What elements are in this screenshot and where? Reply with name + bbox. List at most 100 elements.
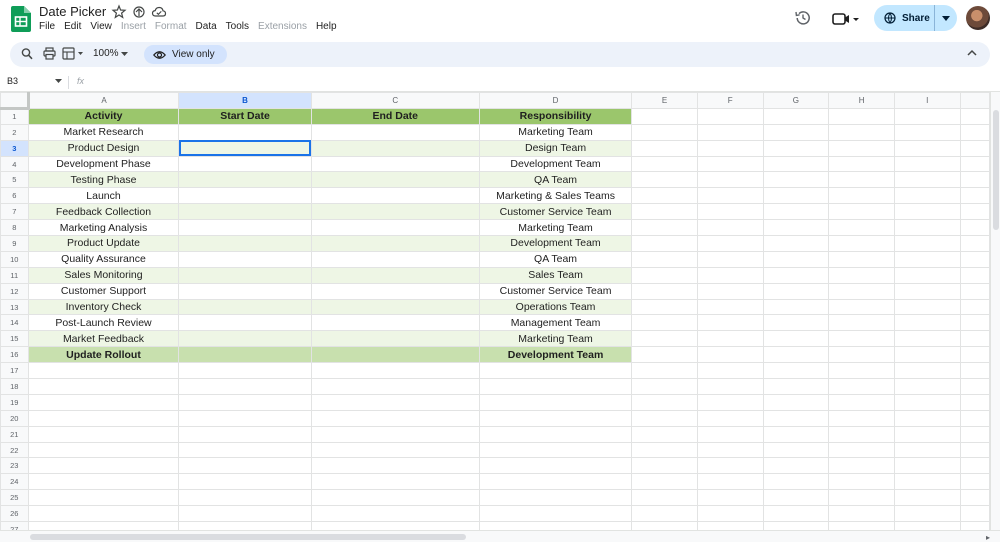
cell[interactable]: [27, 378, 180, 395]
cell[interactable]: [310, 441, 480, 459]
cell[interactable]: [696, 298, 764, 316]
sheets-logo-icon[interactable]: [11, 6, 31, 32]
cell[interactable]: [762, 235, 830, 252]
row-header[interactable]: 14: [0, 314, 29, 332]
cell[interactable]: [828, 489, 895, 507]
cell[interactable]: [959, 457, 990, 475]
column-header-g[interactable]: G: [762, 92, 830, 109]
cell[interactable]: [178, 473, 312, 491]
row-header[interactable]: 23: [0, 457, 29, 475]
cell[interactable]: [762, 457, 830, 475]
cell[interactable]: [310, 298, 480, 316]
cell[interactable]: [631, 282, 698, 300]
cell[interactable]: [631, 473, 698, 491]
cell[interactable]: [310, 187, 480, 205]
cell[interactable]: [893, 250, 961, 268]
cell[interactable]: [959, 235, 990, 252]
cell[interactable]: [310, 457, 480, 475]
share-options-button[interactable]: [935, 15, 957, 21]
cell[interactable]: [178, 187, 312, 205]
vertical-scroll-thumb[interactable]: [993, 110, 999, 230]
cell[interactable]: Management Team: [478, 314, 633, 332]
cell[interactable]: [631, 393, 698, 411]
cell[interactable]: [828, 250, 895, 268]
cell[interactable]: [478, 425, 633, 443]
cell[interactable]: [178, 489, 312, 507]
cell[interactable]: [178, 266, 312, 284]
scroll-right-arrow-icon[interactable]: ▸: [986, 533, 990, 542]
cell[interactable]: [762, 314, 830, 332]
menu-tools[interactable]: Tools: [226, 21, 249, 32]
cell[interactable]: [631, 457, 698, 475]
cell[interactable]: [893, 155, 961, 173]
cell[interactable]: [828, 409, 895, 427]
row-header[interactable]: 21: [0, 425, 29, 443]
select-all-corner[interactable]: [0, 92, 30, 110]
cell[interactable]: [762, 473, 830, 491]
row-header[interactable]: 1: [0, 107, 29, 125]
row-header[interactable]: 15: [0, 330, 29, 348]
cell[interactable]: [696, 330, 764, 348]
cell[interactable]: [310, 473, 480, 491]
cell[interactable]: [178, 346, 312, 364]
cell[interactable]: [631, 505, 698, 523]
cell[interactable]: [696, 425, 764, 443]
cell[interactable]: [310, 425, 480, 443]
cell[interactable]: [959, 155, 990, 173]
cell[interactable]: Development Phase: [27, 155, 180, 173]
row-header[interactable]: 22: [0, 441, 29, 459]
cell[interactable]: [959, 314, 990, 332]
cell[interactable]: [310, 314, 480, 332]
cell[interactable]: [893, 425, 961, 443]
row-header[interactable]: 25: [0, 489, 29, 507]
cell[interactable]: [696, 250, 764, 268]
cell[interactable]: [959, 107, 990, 125]
cell[interactable]: Marketing Analysis: [27, 219, 180, 237]
row-header[interactable]: 19: [0, 393, 29, 411]
menu-help[interactable]: Help: [316, 21, 337, 32]
cell[interactable]: Quality Assurance: [27, 250, 180, 268]
account-avatar[interactable]: [966, 6, 990, 30]
cell[interactable]: [178, 505, 312, 523]
cell[interactable]: [27, 505, 180, 523]
share-button[interactable]: Share: [874, 5, 957, 31]
cell[interactable]: Customer Support: [27, 282, 180, 300]
cell[interactable]: [893, 203, 961, 221]
cell[interactable]: [310, 521, 480, 530]
cell[interactable]: [310, 203, 480, 221]
cell[interactable]: [178, 282, 312, 300]
cell[interactable]: [696, 362, 764, 380]
cell[interactable]: [828, 219, 895, 237]
cell[interactable]: [27, 409, 180, 427]
cell[interactable]: [828, 362, 895, 380]
cell[interactable]: [959, 171, 990, 189]
cell[interactable]: [310, 330, 480, 348]
cell[interactable]: [762, 378, 830, 395]
cell[interactable]: [828, 155, 895, 173]
cell[interactable]: [310, 393, 480, 411]
cell[interactable]: [893, 219, 961, 237]
cell[interactable]: [631, 346, 698, 364]
cell[interactable]: [959, 393, 990, 411]
cell[interactable]: [310, 505, 480, 523]
cell[interactable]: [27, 425, 180, 443]
column-header-c[interactable]: C: [310, 92, 480, 109]
cell[interactable]: [893, 521, 961, 530]
cell[interactable]: [178, 235, 312, 252]
name-box[interactable]: B3: [7, 76, 18, 86]
cell[interactable]: [631, 425, 698, 443]
cell[interactable]: Marketing Team: [478, 330, 633, 348]
cell[interactable]: [631, 235, 698, 252]
cell[interactable]: [762, 505, 830, 523]
cell[interactable]: Inventory Check: [27, 298, 180, 316]
cell[interactable]: [959, 139, 990, 157]
cell[interactable]: [828, 393, 895, 411]
cell[interactable]: [959, 378, 990, 395]
cell[interactable]: [959, 219, 990, 237]
cell[interactable]: Sales Team: [478, 266, 633, 284]
vertical-scrollbar[interactable]: [990, 92, 1000, 530]
cell[interactable]: [178, 425, 312, 443]
cell[interactable]: [893, 314, 961, 332]
row-header[interactable]: 10: [0, 250, 29, 268]
cell[interactable]: [696, 505, 764, 523]
